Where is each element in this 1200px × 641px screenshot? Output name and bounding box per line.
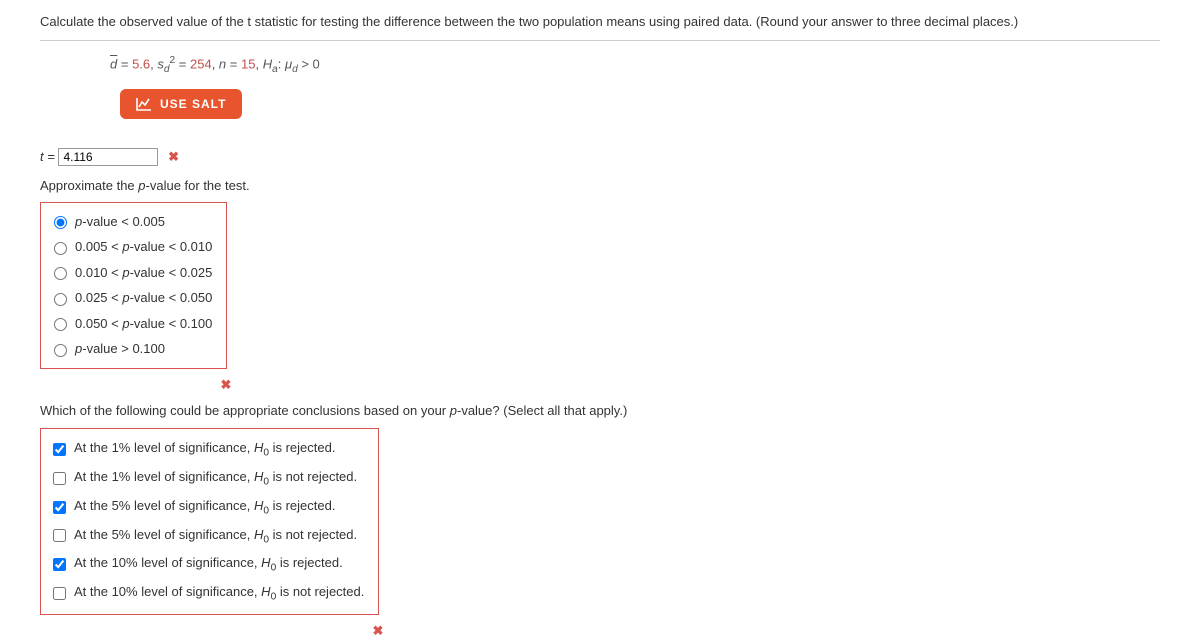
p-option-label: 0.025 < p-value < 0.050 xyxy=(75,288,212,308)
conclusion-row[interactable]: At the 10% level of significance, H0 is … xyxy=(47,579,366,608)
p-option-row[interactable]: p-value < 0.005 xyxy=(47,209,214,235)
conclusion-checkbox[interactable] xyxy=(53,472,66,485)
conclusion-label: At the 1% level of significance, H0 is r… xyxy=(74,438,335,461)
conclusion-label: At the 5% level of significance, H0 is r… xyxy=(74,496,335,519)
p-option-label: p-value > 0.100 xyxy=(75,339,165,359)
s-sup: 2 xyxy=(170,55,176,66)
p-option-radio[interactable] xyxy=(54,267,67,280)
conclusion-options: At the 1% level of significance, H0 is r… xyxy=(40,428,379,615)
prompt-text: Calculate the observed value of the t st… xyxy=(40,14,1018,29)
question-prompt: Calculate the observed value of the t st… xyxy=(40,12,1160,32)
p-value-options: p-value < 0.005 0.005 < p-value < 0.010 0.… xyxy=(40,202,227,369)
conclusion-row[interactable]: At the 1% level of significance, H0 is n… xyxy=(47,464,366,493)
p-option-label: 0.005 < p-value < 0.010 xyxy=(75,237,212,257)
conclusion-checkbox[interactable] xyxy=(53,443,66,456)
conclusion-label: At the 10% level of significance, H0 is … xyxy=(74,553,343,576)
conclusion-checkbox[interactable] xyxy=(53,501,66,514)
p-option-label: p-value < 0.005 xyxy=(75,212,165,232)
conclusion-checkbox[interactable] xyxy=(53,529,66,542)
t-label: t = xyxy=(40,149,55,164)
salt-label: USE SALT xyxy=(160,97,226,111)
use-salt-button[interactable]: USE SALT xyxy=(120,89,242,119)
p-option-row[interactable]: p-value > 0.100 xyxy=(47,336,214,362)
conclusion-row[interactable]: At the 10% level of significance, H0 is … xyxy=(47,550,366,579)
p-option-radio[interactable] xyxy=(54,216,67,229)
conclusion-checkbox[interactable] xyxy=(53,558,66,571)
p-option-row[interactable]: 0.025 < p-value < 0.050 xyxy=(47,285,214,311)
n-value: 15 xyxy=(241,56,255,71)
conclusion-prompt: Which of the following could be appropri… xyxy=(40,401,1160,421)
incorrect-icon: ✖ xyxy=(372,621,383,641)
d-bar-value: 5.6 xyxy=(132,56,150,71)
p-option-radio[interactable] xyxy=(54,318,67,331)
p-option-row[interactable]: 0.005 < p-value < 0.010 xyxy=(47,234,214,260)
d-bar-label: d xyxy=(110,56,117,71)
mu-sub: d xyxy=(292,63,298,74)
conclusion-label: At the 5% level of significance, H0 is n… xyxy=(74,525,357,548)
incorrect-icon: ✖ xyxy=(220,375,231,395)
conclusion-label: At the 10% level of significance, H0 is … xyxy=(74,582,364,605)
p-option-row[interactable]: 0.010 < p-value < 0.025 xyxy=(47,260,214,286)
s-value: 254 xyxy=(190,56,212,71)
conclusion-label: At the 1% level of significance, H0 is n… xyxy=(74,467,357,490)
conclusion-row[interactable]: At the 5% level of significance, H0 is n… xyxy=(47,522,366,551)
p-option-label: 0.050 < p-value < 0.100 xyxy=(75,314,212,334)
gt0: > 0 xyxy=(301,56,319,71)
t-input[interactable] xyxy=(58,148,158,166)
hyp-h: H xyxy=(263,56,272,71)
p-option-radio[interactable] xyxy=(54,242,67,255)
divider xyxy=(40,40,1160,41)
p-option-label: 0.010 < p-value < 0.025 xyxy=(75,263,212,283)
conclusion-row[interactable]: At the 5% level of significance, H0 is r… xyxy=(47,493,366,522)
t-answer-row: t = ✖ xyxy=(40,147,1160,167)
conclusion-row[interactable]: At the 1% level of significance, H0 is r… xyxy=(47,435,366,464)
hyp-sub-a: a xyxy=(272,63,278,74)
mu: μ xyxy=(285,56,292,71)
p-option-row[interactable]: 0.050 < p-value < 0.100 xyxy=(47,311,214,337)
p-option-radio[interactable] xyxy=(54,344,67,357)
chart-icon xyxy=(136,97,152,111)
approx-label: Approximate the p-value for the test. xyxy=(40,176,1160,196)
n-label: n xyxy=(219,56,226,71)
p-option-radio[interactable] xyxy=(54,293,67,306)
conclusion-checkbox[interactable] xyxy=(53,587,66,600)
incorrect-icon: ✖ xyxy=(168,147,179,167)
given-values: d = 5.6, sd2 = 254, n = 15, Ha: μd > 0 xyxy=(110,53,1160,77)
